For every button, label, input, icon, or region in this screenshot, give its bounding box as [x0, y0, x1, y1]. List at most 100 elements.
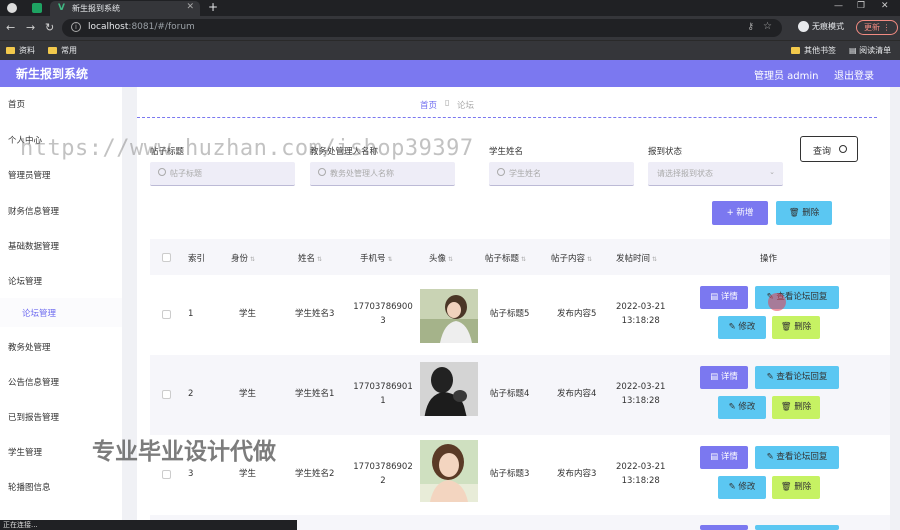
detail-button[interactable]: ▤ 详情 [700, 286, 748, 309]
reload-icon[interactable]: ↻ [45, 21, 54, 34]
sidebar-item-notices[interactable]: 公告信息管理 [8, 376, 59, 388]
detail-button[interactable]: ▤ 详情 [700, 446, 748, 469]
avatar-photo-smiling-woman [420, 440, 478, 502]
current-user: 管理员 admin [754, 71, 819, 82]
col-avatar[interactable]: 头像 ⇅ [429, 252, 453, 264]
row-post-title: 帖子标题3 [490, 469, 530, 479]
bookmark-folder-other[interactable]: 其他书签 [791, 45, 836, 56]
logout-link[interactable]: 退出登录 [834, 67, 874, 82]
close-window-icon[interactable]: ✕ [881, 1, 889, 11]
row-index: 3 [188, 469, 194, 479]
close-tab-icon[interactable]: ✕ [186, 2, 194, 12]
detail-button[interactable] [700, 525, 748, 530]
new-tab-icon[interactable]: + [208, 0, 218, 14]
doc-icon: ▤ [710, 452, 721, 462]
forward-icon[interactable]: → [26, 21, 35, 34]
browser-menu-icon[interactable] [7, 3, 17, 13]
sidebar-item-finance[interactable]: 财务信息管理 [8, 205, 59, 217]
col-post-time[interactable]: 发帖时间 ⇅ [616, 252, 657, 264]
edit-button[interactable]: ✎ 修改 [718, 476, 766, 499]
row-post-title: 帖子标题4 [490, 389, 530, 399]
sidebar-item-admins[interactable]: 管理员管理 [8, 169, 51, 181]
row-checkbox[interactable] [162, 310, 171, 319]
sort-icon: ⇅ [587, 256, 593, 263]
update-button[interactable]: 更新 ⋮ [856, 20, 898, 35]
col-phone[interactable]: 手机号 ⇅ [360, 252, 393, 264]
incognito-label: 无痕模式 [812, 22, 844, 31]
row-checkbox[interactable] [162, 390, 171, 399]
sidebar-item-carousel[interactable]: 轮播图信息 [8, 481, 51, 493]
extension-icon[interactable] [32, 3, 42, 13]
restore-icon[interactable]: ❐ [857, 1, 865, 11]
search-icon [497, 168, 505, 176]
browser-tab[interactable]: V 新生报到系统 ✕ [50, 1, 200, 16]
select-all-checkbox[interactable] [162, 253, 171, 262]
key-icon[interactable]: ⚷ [747, 22, 754, 32]
delete-button[interactable]: 🗑 删除 [772, 476, 820, 499]
trash-icon: 🗑 [780, 322, 795, 332]
sidebar-item-students[interactable]: 学生管理 [8, 446, 42, 458]
incognito-icon [798, 21, 809, 32]
avatar-photo-silhouette [420, 362, 478, 416]
sort-icon: ⇅ [448, 256, 454, 263]
trash-icon: 🗑 [788, 208, 803, 218]
minimize-icon[interactable]: — [834, 1, 843, 11]
breadcrumb: 首页 ▯ 论坛 [137, 87, 877, 118]
url-input[interactable]: i localhost:8081/#/forum ⚷ ☆ [62, 19, 782, 37]
row-identity: 学生 [239, 389, 257, 399]
watermark-url: https://www.huzhan.com/ishop39397 [20, 136, 474, 161]
site-info-icon[interactable]: i [71, 22, 81, 32]
col-actions: 操作 [760, 254, 778, 264]
avatar-photo-woman [420, 289, 478, 343]
mouse-cursor-indicator [768, 293, 786, 311]
post-title-input[interactable]: 帖子标题 [150, 162, 295, 186]
col-identity[interactable]: 身份 ⇅ [231, 252, 255, 264]
sidebar-item-reported[interactable]: 已到报告管理 [8, 411, 59, 423]
reading-list[interactable]: ▤ 阅读清单 [849, 45, 891, 56]
delete-button[interactable]: 🗑 删除 [772, 396, 820, 419]
status-label: 报到状态 [648, 147, 683, 157]
bookmark-star-icon[interactable]: ☆ [763, 21, 772, 32]
sort-icon: ⇅ [652, 256, 658, 263]
doc-icon: ▤ [710, 372, 721, 382]
edit-icon: ✎ [728, 482, 739, 492]
folder-icon [48, 47, 57, 54]
incognito-indicator[interactable]: 无痕模式 [798, 21, 844, 32]
search-button[interactable]: 查询 [800, 136, 858, 162]
row-phone: 17703786901 1 [353, 382, 413, 406]
status-select[interactable]: 请选择报到状态 ⌄ [648, 162, 783, 186]
col-post-title[interactable]: 帖子标题 ⇅ [485, 252, 526, 264]
sidebar-item-basic-data[interactable]: 基础数据管理 [8, 240, 59, 252]
edit-button[interactable]: ✎ 修改 [718, 316, 766, 339]
student-name-label: 学生姓名 [489, 147, 524, 157]
row-identity: 学生 [239, 469, 257, 479]
view-replies-button[interactable]: ✎ 查看论坛回复 [755, 366, 839, 389]
sidebar-item-home[interactable]: 首页 [8, 98, 25, 110]
student-name-input[interactable]: 学生姓名 [489, 162, 634, 186]
student-name-placeholder: 学生姓名 [509, 169, 541, 178]
sort-icon: ⇅ [317, 256, 323, 263]
table-row: 1 学生 学生姓名3 17703786900 3 帖子标题5 发布内容5 2022… [150, 275, 890, 355]
staff-name-input[interactable]: 教务处管理人名称 [310, 162, 455, 186]
bookmark-folder[interactable]: 资料 [6, 45, 35, 56]
view-replies-button[interactable]: ✎ 查看论坛回复 [755, 446, 839, 469]
row-checkbox[interactable] [162, 470, 171, 479]
folder-icon [6, 47, 15, 54]
col-post-content[interactable]: 帖子内容 ⇅ [551, 252, 592, 264]
row-identity: 学生 [239, 309, 257, 319]
sidebar-subitem-forum[interactable]: 论坛管理 [0, 298, 122, 327]
detail-button[interactable]: ▤ 详情 [700, 366, 748, 389]
batch-delete-button[interactable]: 🗑 删除 [776, 201, 832, 225]
col-name[interactable]: 姓名 ⇅ [298, 252, 322, 264]
add-button[interactable]: + 新增 [712, 201, 768, 225]
delete-button[interactable]: 🗑 删除 [772, 316, 820, 339]
back-icon[interactable]: ← [6, 21, 15, 34]
sidebar-item-academic[interactable]: 教务处管理 [8, 341, 51, 353]
sidebar-item-forum[interactable]: 论坛管理 [8, 275, 42, 287]
breadcrumb-home[interactable]: 首页 [420, 99, 437, 111]
view-replies-button[interactable] [755, 525, 839, 530]
staff-name-placeholder: 教务处管理人名称 [330, 169, 394, 178]
edit-button[interactable]: ✎ 修改 [718, 396, 766, 419]
view-replies-button[interactable]: ✎ 查看论坛回复 [755, 286, 839, 309]
bookmark-folder[interactable]: 常用 [48, 45, 77, 56]
